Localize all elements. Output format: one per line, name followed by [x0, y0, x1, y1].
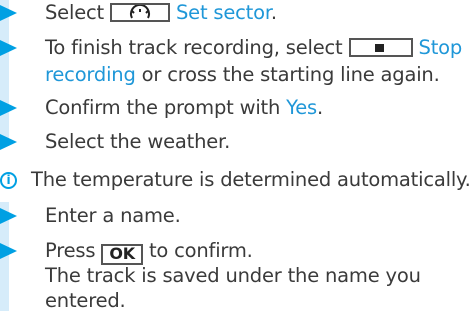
recording-link[interactable]: recording: [45, 63, 136, 86]
triangle-bullet-icon: [0, 134, 17, 150]
step-punct: .: [270, 1, 277, 24]
stop-square-icon: [348, 38, 413, 57]
step-text: Confirm the prompt with: [45, 96, 287, 119]
step-text: or cross the starting line again.: [135, 63, 440, 86]
triangle-bullet-icon: [0, 5, 17, 21]
step-text: Enter a name.: [45, 204, 181, 227]
yes-link[interactable]: Yes: [286, 96, 317, 119]
stop-link[interactable]: Stop: [419, 36, 463, 59]
step-bar: [0, 0, 9, 146]
step-punct: .: [317, 96, 324, 119]
triangle-bullet-icon: [0, 40, 17, 56]
info-text: The temperature is determined automatica…: [31, 168, 471, 191]
result-text: The track is saved under the name you: [45, 264, 421, 287]
triangle-bullet-icon: [0, 100, 17, 116]
info-icon: i: [0, 172, 17, 189]
instruction-list: Select Set sector. To finish track recor…: [0, 0, 474, 312]
step-text: To finish track recording, select: [45, 36, 343, 59]
step-text: to confirm.: [148, 239, 253, 262]
triangle-bullet-icon: [0, 208, 17, 224]
set-sector-link[interactable]: Set sector: [176, 1, 271, 24]
step-text: Select: [45, 1, 104, 24]
step-text: Press: [45, 239, 96, 262]
triangle-bullet-icon: [0, 243, 17, 259]
sector-gauge-icon: [109, 3, 170, 22]
step-text: Select the weather.: [45, 130, 231, 153]
result-text: entered.: [45, 289, 126, 312]
ok-key[interactable]: OK: [101, 244, 143, 265]
